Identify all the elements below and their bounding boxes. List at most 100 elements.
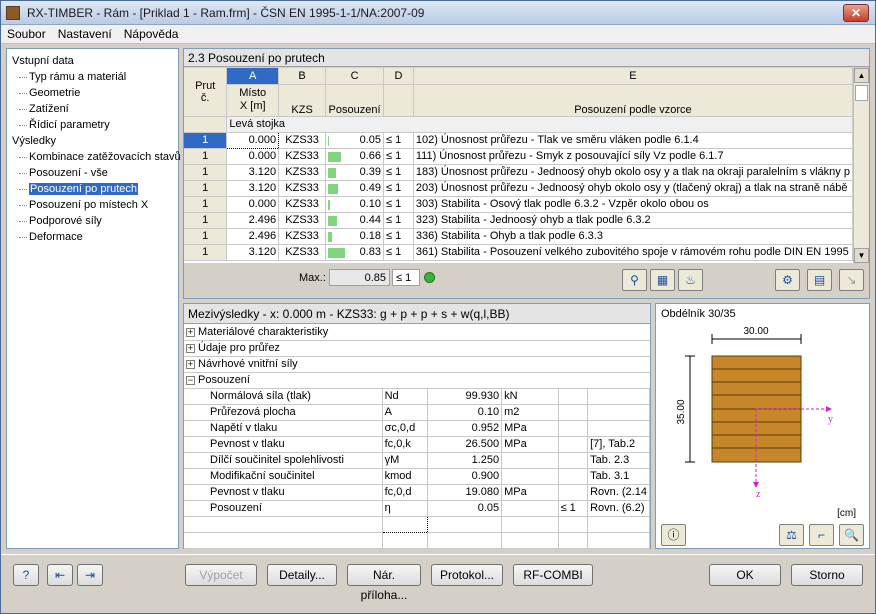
- cell-posouzeni[interactable]: 0.18: [325, 228, 384, 245]
- show-members-icon[interactable]: ⚙: [775, 269, 800, 291]
- close-button[interactable]: ✕: [843, 4, 869, 22]
- cell-le[interactable]: ≤ 1: [383, 212, 414, 229]
- relative-icon[interactable]: ↘: [839, 269, 864, 291]
- table-row[interactable]: 1 2.496 KZS33 0.18 ≤ 1 336) Stabilita - Ohyb …: [184, 228, 853, 245]
- section-label[interactable]: − Posouzení: [184, 372, 650, 389]
- nav-item-typ-ramu[interactable]: Typ rámu a materiál: [11, 69, 178, 85]
- cell-vzorec[interactable]: 361) Stabilita - Posouzení velkého zubov…: [413, 244, 853, 261]
- table-row[interactable]: 1 0.000 KZS33 0.05 ≤ 1 102) Únosnost průřezu …: [184, 131, 853, 149]
- nav-item-geometrie[interactable]: Geometrie: [11, 85, 178, 101]
- cell-posouzeni[interactable]: 0.10: [325, 196, 384, 213]
- cell-posouzeni[interactable]: 0.39: [325, 164, 384, 181]
- color-drop-icon[interactable]: ♨: [678, 269, 703, 291]
- table-row[interactable]: 1 3.120 KZS33 0.49 ≤ 1 203) Únosnost průřezu …: [184, 180, 853, 197]
- expand-icon[interactable]: +: [186, 327, 195, 337]
- nav-item-posouzeni-po-prutech[interactable]: Posouzení po prutech: [11, 181, 178, 197]
- table-row[interactable]: 1 3.120 KZS33 0.39 ≤ 1 183) Únosnost průřezu …: [184, 164, 853, 181]
- cell-kzs[interactable]: KZS33: [278, 132, 327, 149]
- col-letter-b[interactable]: B: [278, 68, 327, 85]
- detaily-button[interactable]: Detaily...: [267, 564, 337, 586]
- row-prut[interactable]: 1: [184, 228, 228, 245]
- info-icon[interactable]: ⓘ: [661, 524, 686, 546]
- table-row[interactable]: 1 0.000 KZS33 0.10 ≤ 1 303) Stabilita - Osový…: [184, 196, 853, 213]
- expand-icon[interactable]: +: [186, 360, 195, 369]
- nav-item-posouzeni-po-mistech[interactable]: Posouzení po místech X: [11, 197, 178, 213]
- dimensions-icon[interactable]: ⚖: [779, 524, 804, 546]
- col-letter-d[interactable]: D: [383, 68, 414, 85]
- zoom-section-icon[interactable]: 🔍: [839, 524, 864, 546]
- cell-vzorec[interactable]: 183) Únosnost průřezu - Jednoosý ohyb ok…: [413, 164, 853, 181]
- cell-misto[interactable]: 0.000: [226, 196, 280, 213]
- cell-misto[interactable]: 3.120: [226, 244, 280, 261]
- cell-kzs[interactable]: KZS33: [278, 148, 327, 165]
- cell-le[interactable]: ≤ 1: [383, 148, 414, 165]
- export-excel-icon[interactable]: ▤: [807, 269, 832, 291]
- cell-posouzeni[interactable]: 0.49: [325, 180, 384, 197]
- cell-vzorec[interactable]: 203) Únosnost průřezu - Jednoosý ohyb ok…: [413, 180, 853, 197]
- cell-misto[interactable]: 0.000: [226, 148, 280, 165]
- row-prut[interactable]: 1: [184, 212, 228, 229]
- section-row[interactable]: + Návrhové vnitřní síly: [184, 356, 650, 373]
- scroll-up-icon[interactable]: ▲: [854, 68, 869, 83]
- expand-icon[interactable]: +: [186, 344, 195, 353]
- menu-soubor[interactable]: Soubor: [1, 25, 52, 43]
- cell-vzorec[interactable]: 336) Stabilita - Ohyb a tlak podle 6.3.3: [413, 228, 853, 245]
- cell-vzorec[interactable]: 111) Únosnost průřezu - Smyk z posouvají…: [413, 148, 853, 165]
- vertical-scrollbar[interactable]: ▲ ▼: [853, 68, 869, 263]
- cell-posouzeni[interactable]: 0.44: [325, 212, 384, 229]
- section-label[interactable]: + Materiálové charakteristiky: [184, 324, 650, 341]
- cell-le[interactable]: ≤ 1: [383, 180, 414, 197]
- nav-item-podporove-sily[interactable]: Podporové síly: [11, 213, 178, 229]
- section-row[interactable]: + Údaje pro průřez: [184, 340, 650, 357]
- table-row[interactable]: 1 3.120 KZS33 0.83 ≤ 1 361) Stabilita - Posou…: [184, 244, 853, 261]
- cell-le[interactable]: ≤ 1: [383, 164, 414, 181]
- filter-icon[interactable]: ⚲: [622, 269, 647, 291]
- row-prut[interactable]: 1: [184, 164, 228, 181]
- cell-posouzeni[interactable]: 0.05: [325, 132, 384, 149]
- nav-group-vysledky[interactable]: Výsledky: [11, 133, 178, 149]
- storno-button[interactable]: Storno: [791, 564, 863, 586]
- cell-le[interactable]: ≤ 1: [383, 228, 414, 245]
- scroll-thumb[interactable]: [855, 85, 868, 101]
- help-icon[interactable]: ?: [13, 564, 39, 586]
- cell-kzs[interactable]: KZS33: [278, 244, 327, 261]
- col-letter-e[interactable]: E: [413, 68, 853, 85]
- nav-item-ridici-parametry[interactable]: Řídicí parametry: [11, 117, 178, 133]
- row-prut[interactable]: 1: [184, 196, 228, 213]
- row-prut[interactable]: 1: [184, 180, 228, 197]
- expand-icon[interactable]: −: [186, 376, 195, 385]
- row-prut[interactable]: 1: [184, 132, 228, 149]
- rf-combi-button[interactable]: RF-COMBI: [513, 564, 593, 586]
- menu-napoveda[interactable]: Nápověda: [118, 25, 185, 43]
- cell-kzs[interactable]: KZS33: [278, 228, 327, 245]
- row-prut[interactable]: 1: [184, 244, 228, 261]
- cell-le[interactable]: ≤ 1: [383, 196, 414, 213]
- scroll-down-icon[interactable]: ▼: [854, 248, 869, 263]
- cell-kzs[interactable]: KZS33: [278, 180, 327, 197]
- section-row[interactable]: + Materiálové charakteristiky: [184, 324, 650, 341]
- color-scale-icon[interactable]: ▦: [650, 269, 675, 291]
- row-prut[interactable]: 1: [184, 148, 228, 165]
- cell-le[interactable]: ≤ 1: [383, 132, 414, 149]
- nar-priloha-button[interactable]: Nár. příloha...: [347, 564, 421, 602]
- nav-item-zatizeni[interactable]: Zatížení: [11, 101, 178, 117]
- cell-vzorec[interactable]: 323) Stabilita - Jednoosý ohyb a tlak po…: [413, 212, 853, 229]
- cell-vzorec[interactable]: 102) Únosnost průřezu - Tlak ve směru vl…: [413, 132, 853, 149]
- protokol-button[interactable]: Protokol...: [431, 564, 503, 586]
- section-row[interactable]: − Posouzení: [184, 372, 650, 389]
- cell-kzs[interactable]: KZS33: [278, 164, 327, 181]
- col-letter-a[interactable]: A: [226, 68, 280, 85]
- import-icon[interactable]: ⇤: [47, 564, 73, 586]
- cell-misto[interactable]: 3.120: [226, 180, 280, 197]
- axes-icon[interactable]: ⌐: [809, 524, 834, 546]
- menu-nastaveni[interactable]: Nastavení: [52, 25, 118, 43]
- cell-misto[interactable]: 3.120: [226, 164, 280, 181]
- export-icon[interactable]: ⇥: [77, 564, 103, 586]
- cell-kzs[interactable]: KZS33: [278, 212, 327, 229]
- nav-group-vstupni-data[interactable]: Vstupní data: [11, 53, 178, 69]
- cell-vzorec[interactable]: 303) Stabilita - Osový tlak podle 6.3.2 …: [413, 196, 853, 213]
- cell-posouzeni[interactable]: 0.66: [325, 148, 384, 165]
- cell-posouzeni[interactable]: 0.83: [325, 244, 384, 261]
- col-letter-c[interactable]: C: [325, 68, 384, 85]
- table-row[interactable]: 1 0.000 KZS33 0.66 ≤ 1 111) Únosnost průřezu …: [184, 148, 853, 165]
